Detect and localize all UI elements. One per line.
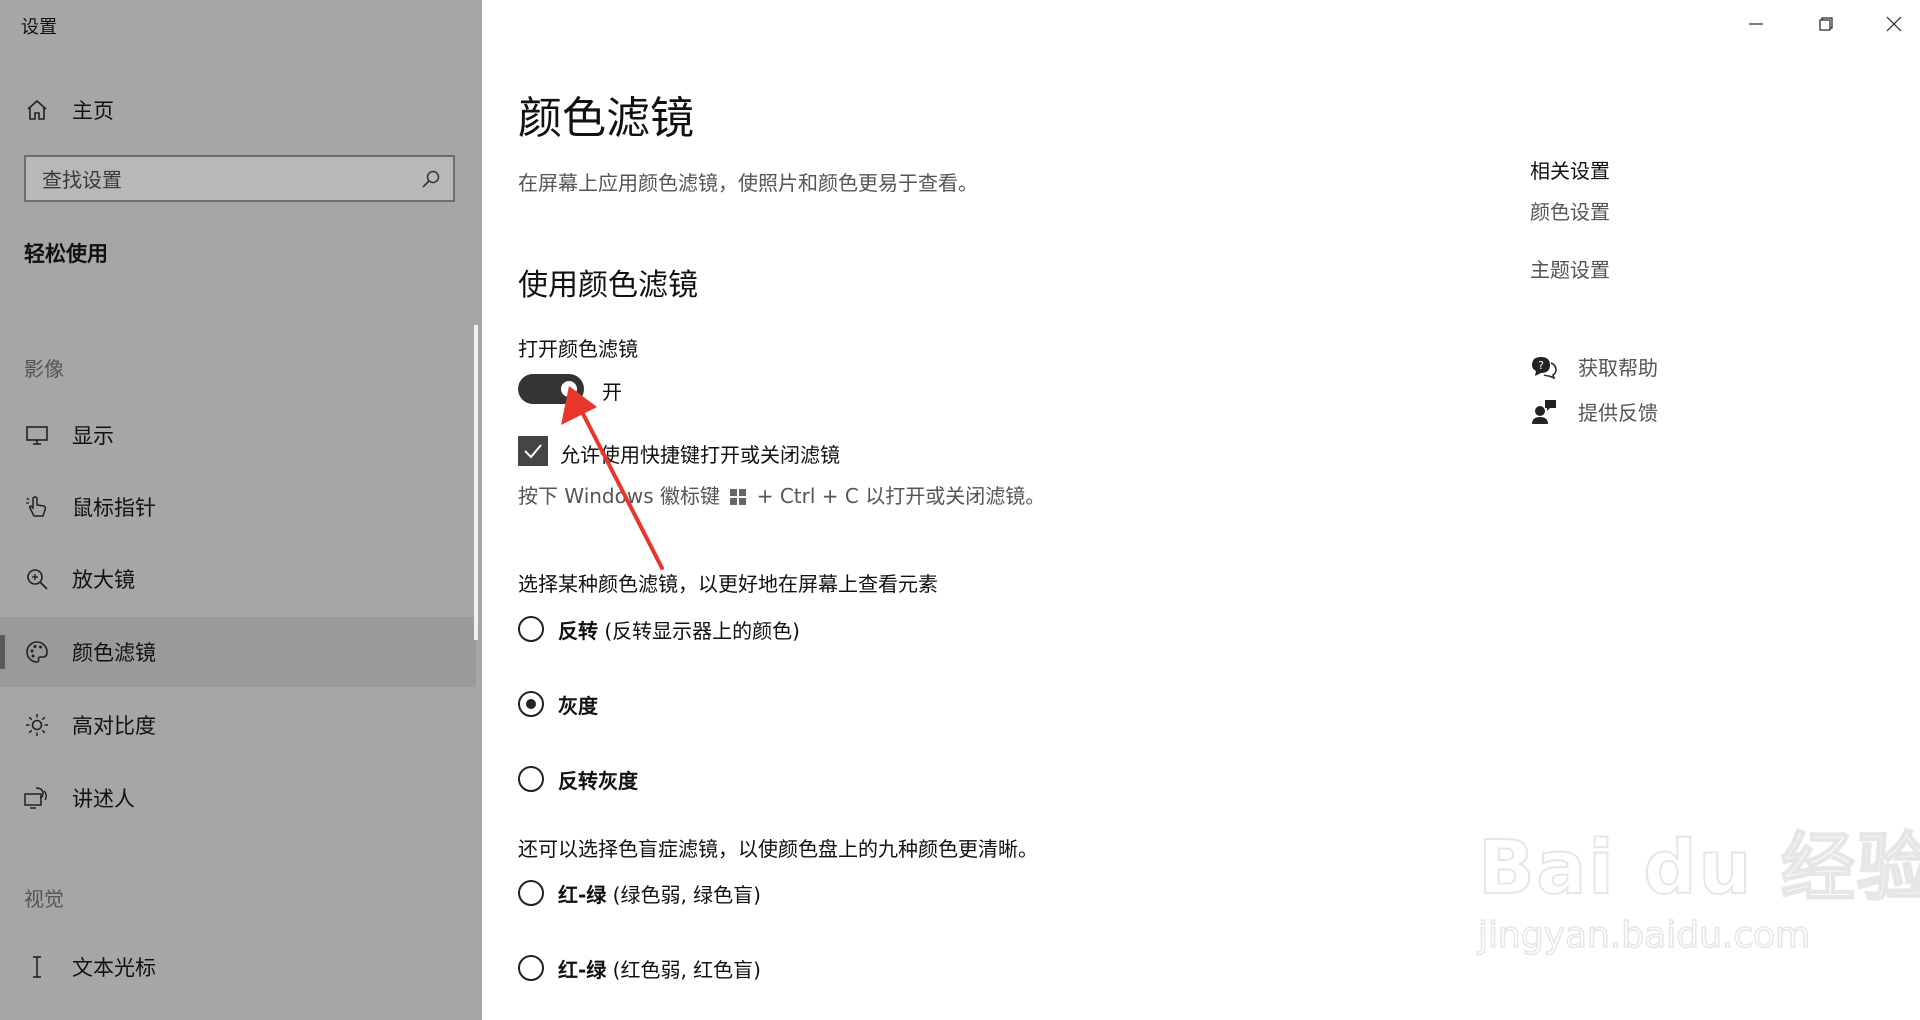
give-feedback-link[interactable]: 提供反馈 xyxy=(1530,397,1658,426)
sidebar-item-label: 颜色滤镜 xyxy=(72,641,156,665)
mouse-pointer-icon xyxy=(24,494,50,520)
sidebar-item-label: 高对比度 xyxy=(72,714,156,738)
category-title: 轻松使用 xyxy=(24,242,108,266)
sidebar-item-mouse-pointer[interactable]: 鼠标指针 xyxy=(0,472,476,542)
sidebar-item-magnifier[interactable]: 放大镜 xyxy=(0,544,476,614)
search-input[interactable] xyxy=(40,165,414,195)
sidebar-item-display[interactable]: 显示 xyxy=(0,400,476,470)
shortcut-checkbox[interactable] xyxy=(518,436,548,466)
shortcut-hint-before: 按下 Windows 徽标键 xyxy=(518,484,720,508)
radio-button[interactable] xyxy=(518,766,544,792)
radio-invert[interactable]: 反转 (反转显示器上的颜色) xyxy=(518,612,800,646)
sun-icon xyxy=(24,712,50,738)
related-settings-title: 相关设置 xyxy=(1530,159,1610,183)
page-description: 在屏幕上应用颜色滤镜，使照片和颜色更易于查看。 xyxy=(518,171,978,195)
home-icon xyxy=(24,97,50,123)
sidebar-item-label: 显示 xyxy=(72,424,114,448)
search-icon[interactable] xyxy=(421,169,441,193)
narrator-icon xyxy=(24,785,50,811)
radio-label: 反转 xyxy=(558,618,598,643)
give-feedback-label: 提供反馈 xyxy=(1578,401,1658,425)
app-title: 设置 xyxy=(21,17,57,38)
section-header-vision: 影像 xyxy=(24,357,64,381)
section-header-visual: 视觉 xyxy=(24,887,64,911)
section-title: 使用颜色滤镜 xyxy=(518,268,698,303)
close-icon xyxy=(1886,16,1902,32)
radio-label: 反转灰度 xyxy=(558,768,638,793)
toggle-state-label: 开 xyxy=(602,380,622,404)
radio-button[interactable] xyxy=(518,691,544,717)
radio-label-extra: (反转显示器上的颜色) xyxy=(598,618,800,643)
radio-button[interactable] xyxy=(518,955,544,981)
minimize-button[interactable] xyxy=(1726,0,1786,48)
sidebar-item-label: 文本光标 xyxy=(72,956,156,980)
sidebar-item-label: 放大镜 xyxy=(72,568,135,592)
monitor-icon xyxy=(24,422,50,448)
windows-logo-icon xyxy=(730,486,747,510)
get-help-link[interactable]: ? 获取帮助 xyxy=(1530,352,1658,381)
baidu-watermark: Bai du 经验 jingyan.baidu.com xyxy=(1477,808,1920,957)
radio-grayscale[interactable]: 灰度 xyxy=(518,687,598,721)
sidebar-item-high-contrast[interactable]: 高对比度 xyxy=(0,690,476,760)
get-help-label: 获取帮助 xyxy=(1578,356,1658,380)
color-settings-link[interactable]: 颜色设置 xyxy=(1530,196,1610,225)
checkmark-icon xyxy=(524,444,542,459)
sidebar-item-text-cursor[interactable]: 文本光标 xyxy=(0,932,476,1002)
sidebar-item-label: 讲述人 xyxy=(72,787,135,811)
color-filter-toggle[interactable] xyxy=(518,374,584,404)
sidebar-item-home[interactable]: 主页 xyxy=(0,75,476,145)
sidebar-item-color-filters[interactable]: 颜色滤镜 xyxy=(0,617,476,687)
feedback-icon xyxy=(1530,398,1558,426)
sidebar: 设置 主页 轻松使用 影像 显示 鼠标指针 放大镜 颜色滤 xyxy=(0,0,482,1020)
radio-deuteranopia[interactable]: 红-绿 (绿色弱, 绿色盲) xyxy=(518,876,761,910)
maximize-button[interactable] xyxy=(1796,0,1856,48)
sidebar-item-narrator[interactable]: 讲述人 xyxy=(0,763,476,833)
page-title: 颜色滤镜 xyxy=(518,93,694,144)
watermark-logo: Bai du 经验 xyxy=(1477,824,1920,912)
filter-choice-label: 选择某种颜色滤镜，以更好地在屏幕上查看元素 xyxy=(518,572,938,596)
radio-label: 灰度 xyxy=(558,693,598,718)
colorblind-label: 还可以选择色盲症滤镜，以使颜色盘上的九种颜色更清晰。 xyxy=(518,837,1038,861)
radio-label: 红-绿 xyxy=(558,957,607,982)
toggle-knob xyxy=(561,381,577,397)
radio-label-extra: (绿色弱, 绿色盲) xyxy=(606,882,761,907)
radio-label: 红-绿 xyxy=(558,882,607,907)
close-button[interactable] xyxy=(1864,0,1920,48)
radio-inverted-grayscale[interactable]: 反转灰度 xyxy=(518,762,638,796)
chat-help-icon: ? xyxy=(1530,353,1558,381)
magnifier-icon xyxy=(24,566,50,592)
radio-protanopia[interactable]: 红-绿 (红色弱, 红色盲) xyxy=(518,951,761,985)
text-cursor-icon xyxy=(24,954,50,980)
search-box[interactable] xyxy=(24,155,455,202)
shortcut-hint-after: + Ctrl + C 以打开或关闭滤镜。 xyxy=(756,484,1046,508)
sidebar-item-label: 鼠标指针 xyxy=(72,496,156,520)
radio-label-extra: (红色弱, 红色盲) xyxy=(606,957,761,982)
sidebar-scrollbar[interactable] xyxy=(474,325,478,640)
minimize-icon xyxy=(1749,23,1763,25)
svg-text:?: ? xyxy=(1538,359,1544,372)
shortcut-hint: 按下 Windows 徽标键 + Ctrl + C 以打开或关闭滤镜。 xyxy=(518,480,1045,510)
radio-button[interactable] xyxy=(518,616,544,642)
watermark-url: jingyan.baidu.com xyxy=(1477,914,1811,957)
theme-settings-link[interactable]: 主题设置 xyxy=(1530,254,1610,283)
restore-icon xyxy=(1819,17,1833,31)
shortcut-checkbox-label: 允许使用快捷键打开或关闭滤镜 xyxy=(560,443,840,467)
toggle-label: 打开颜色滤镜 xyxy=(518,337,638,361)
palette-icon xyxy=(24,639,50,665)
sidebar-item-label: 主页 xyxy=(72,99,114,123)
radio-button[interactable] xyxy=(518,880,544,906)
